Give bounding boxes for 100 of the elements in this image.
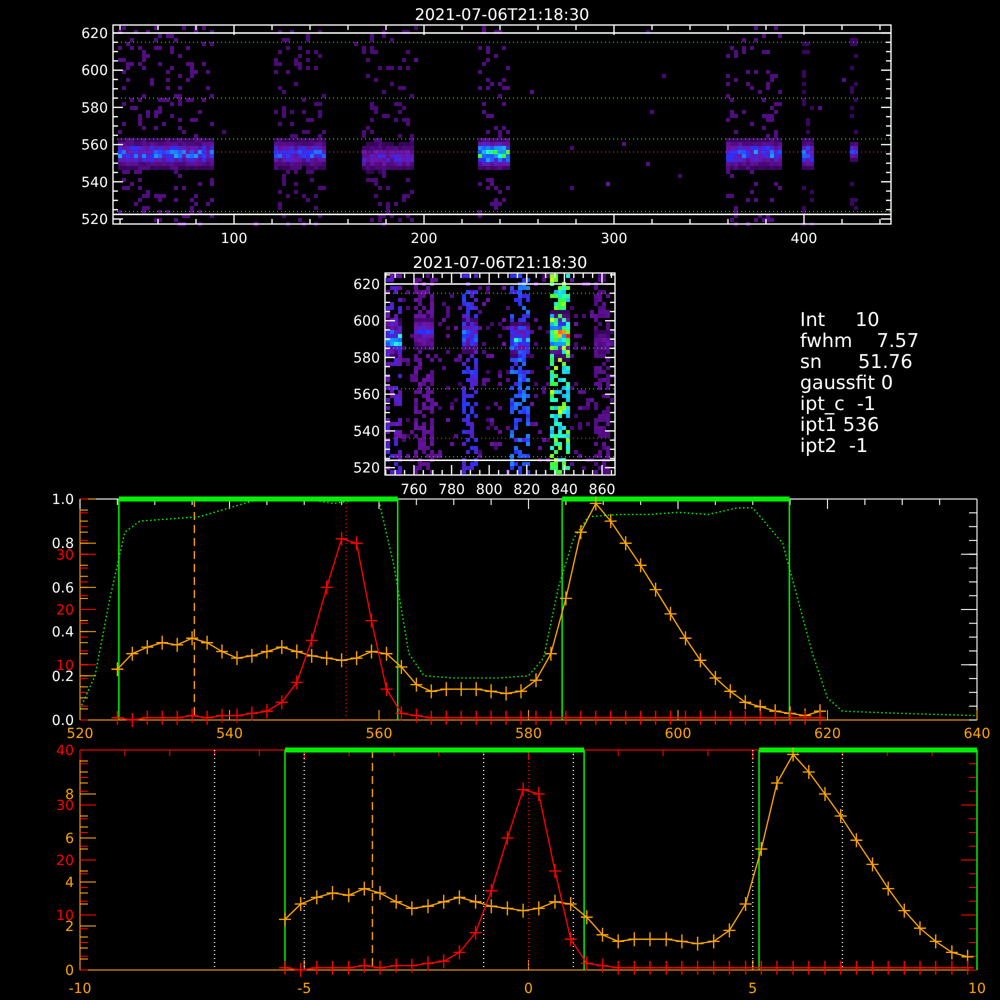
point	[305, 632, 318, 648]
point	[643, 960, 657, 976]
point	[421, 956, 435, 972]
point	[802, 960, 816, 976]
axis-tick-label: 540	[216, 726, 243, 742]
point	[358, 880, 371, 896]
point	[559, 590, 573, 606]
point	[619, 710, 632, 726]
fit-parameter: sn 51.76	[800, 352, 914, 373]
point	[126, 646, 139, 662]
axis-tick-label: 620	[81, 26, 108, 42]
point	[604, 710, 618, 726]
point	[960, 960, 974, 976]
point	[484, 684, 498, 699]
plot-title: 2021-07-06T21:18:30	[414, 5, 590, 24]
point	[230, 650, 244, 666]
fit-parameter: fwhm 7.57	[800, 331, 919, 352]
axis-tick-label: 840	[551, 482, 578, 498]
point	[373, 885, 387, 901]
point	[544, 646, 558, 662]
point	[866, 960, 880, 976]
point	[468, 894, 482, 910]
plot-title: 2021-07-06T21:18:30	[412, 253, 588, 272]
point	[694, 710, 708, 726]
axis-tick-label: 860	[588, 482, 616, 498]
point	[260, 704, 274, 719]
point	[405, 958, 419, 974]
point	[690, 936, 704, 952]
axis-tick-label: 800	[476, 482, 503, 498]
fit-parameter: ipt2 -1	[800, 436, 869, 457]
point	[678, 710, 692, 726]
point	[596, 927, 610, 942]
point	[215, 708, 229, 724]
axis-tick-label: 540	[81, 174, 108, 191]
axis-tick-label: 200	[410, 231, 438, 247]
point	[612, 960, 625, 976]
point	[516, 782, 530, 798]
axis-tick-label: 520	[66, 726, 94, 742]
point	[707, 934, 720, 950]
point	[350, 650, 364, 666]
point	[548, 894, 562, 910]
point	[589, 710, 602, 726]
point	[532, 786, 546, 802]
point	[470, 710, 483, 726]
point	[882, 960, 895, 976]
axis-tick-label: 520	[353, 460, 380, 477]
fit-parameter: ipt_c -1	[800, 394, 877, 415]
point	[722, 960, 736, 976]
point	[394, 706, 408, 722]
point	[798, 710, 812, 726]
axis-tick-label: 540	[353, 424, 380, 440]
point	[499, 710, 513, 726]
point	[278, 960, 292, 976]
point	[783, 710, 797, 726]
point	[929, 934, 942, 950]
axis-tick-label: 0	[65, 963, 74, 979]
point	[484, 883, 498, 898]
point	[516, 902, 530, 918]
point	[708, 710, 722, 726]
point	[678, 630, 692, 646]
point	[200, 635, 214, 650]
point	[529, 710, 543, 726]
axis-tick-label: 620	[814, 726, 841, 742]
point	[484, 898, 498, 914]
point	[215, 644, 229, 660]
point	[454, 710, 468, 726]
axis-tick-label: 520	[81, 212, 108, 228]
axis-tick-label: 20	[56, 853, 74, 869]
point	[619, 536, 632, 551]
point	[514, 710, 528, 726]
point	[245, 706, 259, 722]
point	[185, 630, 199, 646]
point	[500, 900, 514, 916]
point	[574, 710, 588, 726]
fit-parameter: Int 10	[800, 310, 880, 331]
point	[818, 786, 832, 802]
point	[140, 639, 154, 655]
point	[275, 694, 288, 710]
point	[913, 920, 927, 936]
point	[294, 896, 308, 912]
point	[548, 863, 562, 879]
point	[786, 746, 800, 762]
point	[140, 710, 154, 726]
point	[664, 606, 678, 622]
point	[834, 960, 848, 976]
point	[185, 708, 199, 724]
point	[770, 775, 784, 791]
point	[634, 558, 648, 573]
axis-tick-label: 600	[81, 63, 108, 80]
point	[452, 890, 466, 906]
point	[813, 710, 827, 726]
point	[373, 960, 387, 976]
point	[110, 662, 124, 677]
axis-tick-label: 560	[81, 138, 108, 154]
point	[532, 900, 546, 916]
fit-parameter: ipt1 536	[800, 415, 880, 436]
point	[305, 648, 318, 664]
point	[675, 934, 689, 950]
point	[694, 652, 708, 668]
axis-tick-label: 580	[515, 726, 542, 742]
